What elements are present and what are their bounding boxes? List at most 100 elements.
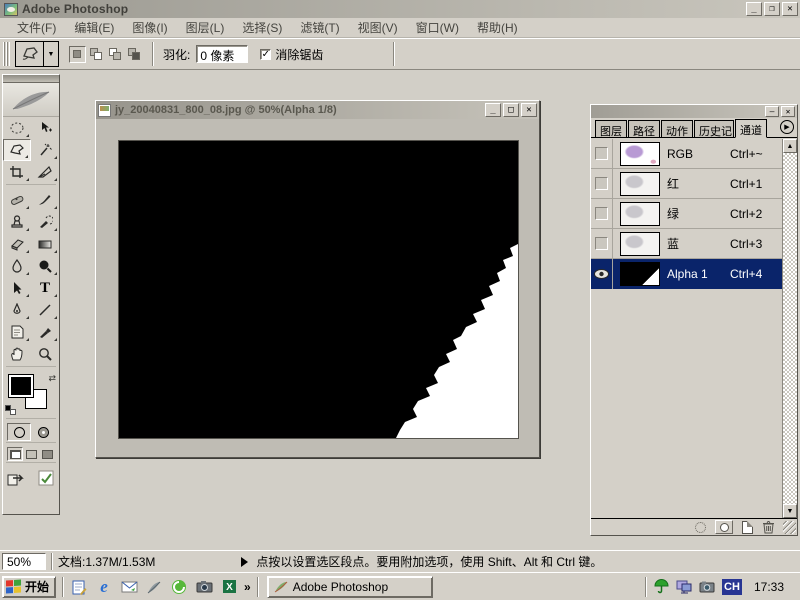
- document-size-info[interactable]: 文档:1.37M/1.53M: [58, 553, 155, 570]
- palette-minimize-button[interactable]: —: [765, 106, 779, 117]
- healing-brush-tool[interactable]: [3, 189, 31, 211]
- menu-file[interactable]: 文件(F): [8, 17, 65, 38]
- photoshop-feather-icon[interactable]: [145, 578, 163, 596]
- elliptical-marquee-tool[interactable]: [3, 117, 31, 139]
- channel-row-rgb[interactable]: RGB Ctrl+~: [591, 139, 782, 169]
- visibility-toggle[interactable]: [591, 199, 613, 229]
- clock[interactable]: 17:33: [748, 580, 790, 594]
- magic-wand-tool[interactable]: [31, 139, 59, 161]
- antialias-checkbox[interactable]: ✓: [260, 49, 271, 60]
- scroll-down-icon[interactable]: ▼: [783, 504, 797, 518]
- visibility-toggle[interactable]: [591, 169, 613, 199]
- minimize-button[interactable]: _: [746, 2, 762, 16]
- tab-channels[interactable]: 通道: [735, 119, 767, 138]
- menu-edit[interactable]: 编辑(E): [65, 17, 123, 38]
- restore-button[interactable]: ❐: [764, 2, 780, 16]
- options-grip[interactable]: [3, 42, 10, 66]
- menu-select[interactable]: 选择(S): [233, 17, 291, 38]
- slice-tool[interactable]: [31, 161, 59, 183]
- fullscreen-menubar-mode-button[interactable]: [23, 447, 39, 461]
- zoom-level-input[interactable]: 50%: [2, 553, 46, 570]
- zoom-tool[interactable]: [31, 343, 59, 365]
- fullscreen-mode-button[interactable]: [39, 447, 55, 461]
- history-brush-tool[interactable]: [31, 211, 59, 233]
- subtract-selection-button[interactable]: [107, 46, 124, 63]
- doc-maximize-button[interactable]: □: [503, 103, 519, 117]
- channels-palette[interactable]: — ✕ 图层 路径 动作 历史记 通道 ▶ RGB Ctrl+~: [590, 104, 798, 536]
- standard-mode-button[interactable]: [7, 423, 31, 441]
- doc-close-button[interactable]: ✕: [521, 103, 537, 117]
- doc-minimize-button[interactable]: _: [485, 103, 501, 117]
- trash-icon[interactable]: [762, 520, 775, 534]
- move-tool[interactable]: [31, 117, 59, 139]
- palette-scrollbar[interactable]: ▲ ▼: [782, 139, 797, 518]
- tab-layers[interactable]: 图层: [595, 120, 627, 137]
- eyedropper-tool[interactable]: [31, 321, 59, 343]
- standard-screen-mode-button[interactable]: [7, 447, 23, 461]
- menu-view[interactable]: 视图(V): [349, 17, 407, 38]
- toolbox-grip[interactable]: [3, 75, 59, 83]
- swap-colors-icon[interactable]: ⇄: [48, 373, 56, 384]
- visibility-toggle[interactable]: [591, 139, 613, 169]
- tab-history[interactable]: 历史记: [694, 120, 734, 137]
- chevron-down-icon[interactable]: ▼: [44, 42, 58, 66]
- clone-stamp-tool[interactable]: [3, 211, 31, 233]
- save-selection-button[interactable]: [715, 520, 733, 534]
- palette-titlebar[interactable]: — ✕: [591, 105, 797, 118]
- internet-explorer-icon[interactable]: e: [95, 578, 113, 596]
- canvas-alpha-channel[interactable]: [118, 140, 519, 439]
- new-selection-button[interactable]: [69, 46, 86, 63]
- tool-preset-picker[interactable]: ▼: [15, 41, 59, 67]
- document-window[interactable]: jy_20040831_800_08.jpg @ 50%(Alpha 1/8) …: [95, 100, 540, 458]
- line-tool[interactable]: [31, 299, 59, 321]
- brush-tool[interactable]: [31, 189, 59, 211]
- menu-window[interactable]: 窗口(W): [407, 17, 468, 38]
- close-button[interactable]: ✕: [782, 2, 798, 16]
- blur-tool[interactable]: [3, 255, 31, 277]
- add-selection-button[interactable]: [88, 46, 105, 63]
- polygonal-lasso-tool[interactable]: [3, 139, 31, 161]
- menu-image[interactable]: 图像(I): [123, 17, 176, 38]
- crop-tool[interactable]: [3, 161, 31, 183]
- dodge-tool[interactable]: [31, 255, 59, 277]
- quick-launch-overflow[interactable]: »: [244, 580, 251, 594]
- intersect-selection-button[interactable]: [126, 46, 143, 63]
- default-colors-icon[interactable]: [5, 405, 16, 415]
- new-channel-icon[interactable]: [742, 521, 753, 534]
- jump-to-imageready-button[interactable]: [5, 467, 31, 489]
- start-button[interactable]: 开始: [2, 576, 56, 598]
- foreground-color-swatch[interactable]: [9, 375, 33, 397]
- task-button-photoshop[interactable]: Adobe Photoshop: [267, 576, 433, 598]
- camera-tray-icon[interactable]: [699, 578, 716, 595]
- excel-icon[interactable]: X: [220, 578, 238, 596]
- hand-tool[interactable]: [3, 343, 31, 365]
- gradient-tool[interactable]: [31, 233, 59, 255]
- menu-help[interactable]: 帮助(H): [468, 17, 527, 38]
- adobe-feather-icon[interactable]: [3, 83, 59, 117]
- menu-filter[interactable]: 滤镜(T): [291, 17, 348, 38]
- visibility-toggle[interactable]: [591, 259, 613, 289]
- language-indicator[interactable]: CH: [722, 579, 742, 595]
- feather-input[interactable]: 0 像素: [196, 45, 248, 63]
- visibility-toggle[interactable]: [591, 229, 613, 259]
- umbrella-antivirus-icon[interactable]: [653, 578, 670, 595]
- notes-tool[interactable]: [3, 321, 31, 343]
- pen-tool[interactable]: [3, 299, 31, 321]
- load-selection-icon[interactable]: [695, 522, 706, 533]
- type-tool[interactable]: T: [31, 277, 59, 299]
- camera-icon[interactable]: [195, 578, 213, 596]
- monitor-icon[interactable]: [676, 578, 693, 595]
- outlook-express-icon[interactable]: [120, 578, 138, 596]
- channel-row-red[interactable]: 红 Ctrl+1: [591, 169, 782, 199]
- tab-actions[interactable]: 动作: [661, 120, 693, 137]
- quick-mask-mode-button[interactable]: [31, 423, 55, 441]
- document-titlebar[interactable]: jy_20040831_800_08.jpg @ 50%(Alpha 1/8) …: [96, 101, 539, 119]
- channel-row-blue[interactable]: 蓝 Ctrl+3: [591, 229, 782, 259]
- status-popup-arrow-icon[interactable]: [241, 557, 248, 567]
- palette-menu-button[interactable]: ▶: [780, 120, 794, 134]
- eraser-tool[interactable]: [3, 233, 31, 255]
- tab-paths[interactable]: 路径: [628, 120, 660, 137]
- channel-row-green[interactable]: 绿 Ctrl+2: [591, 199, 782, 229]
- channel-row-alpha1[interactable]: Alpha 1 Ctrl+4: [591, 259, 782, 289]
- palette-close-button[interactable]: ✕: [781, 106, 795, 117]
